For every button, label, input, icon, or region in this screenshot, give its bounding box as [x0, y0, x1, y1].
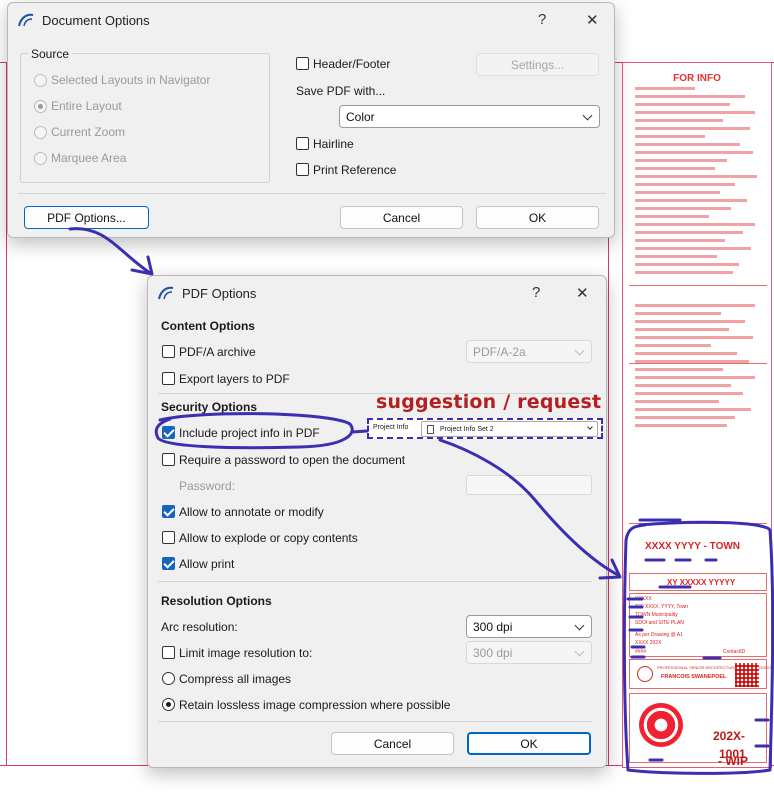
arrow-line — [68, 227, 152, 275]
connector-line — [350, 429, 369, 434]
highlight-circle — [154, 412, 354, 450]
arrow-line — [438, 438, 620, 577]
annotation-ink-overlay — [68, 227, 774, 775]
